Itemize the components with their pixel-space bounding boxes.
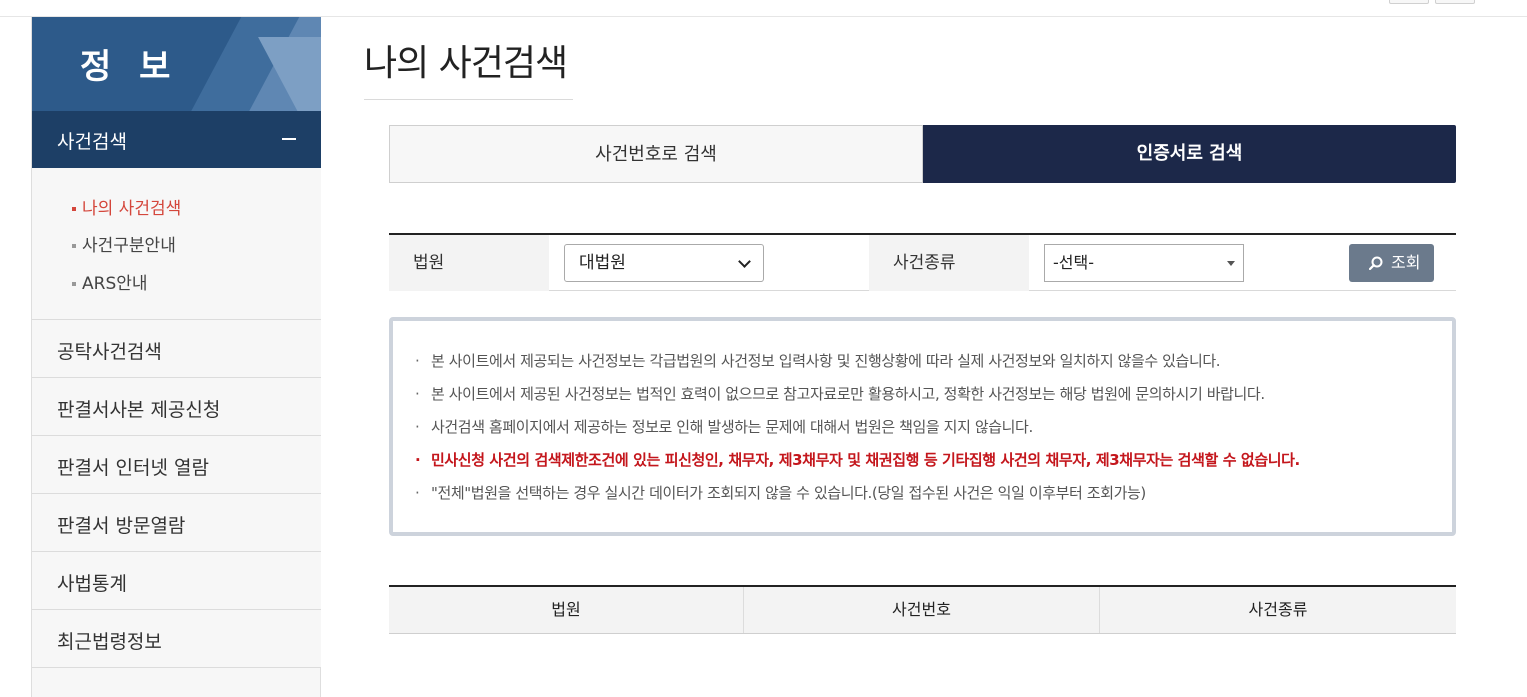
- chevron-down-icon: [738, 255, 751, 268]
- bullet-icon: ·: [415, 451, 421, 469]
- page-title: 나의 사건검색: [364, 43, 568, 84]
- notice-box: · 본 사이트에서 제공되는 사건정보는 각급법원의 사건정보 입력사항 및 진행…: [389, 317, 1456, 536]
- sidebar-item-label: 판결서 방문열람: [57, 515, 186, 537]
- notice-item: · 사건검색 홈페이지에서 제공하는 정보로 인해 발생하는 문제에 대해서 법원…: [415, 413, 1300, 446]
- sidebar-item-case-search[interactable]: 사건검색: [32, 111, 321, 168]
- column-header-court: 법원: [389, 587, 744, 633]
- results-table-header: 법원 사건번호 사건종류: [389, 585, 1456, 634]
- submenu: 나의 사건검색 사건구분안내 ARS안내: [32, 168, 321, 320]
- notice-item: · 본 사이트에서 제공되는 사건정보는 각급법원의 사건정보 입력사항 및 진행…: [415, 347, 1300, 380]
- search-icon: [1369, 256, 1383, 270]
- sidebar-item-label: 공탁사건검색: [57, 341, 162, 363]
- notice-text: 본 사이트에서 제공되는 사건정보는 각급법원의 사건정보 입력사항 및 진행상…: [431, 352, 1221, 370]
- sidebar-item-judgment-internet[interactable]: 판결서 인터넷 열람: [32, 436, 321, 494]
- sidebar-item-label: 사건검색: [57, 131, 127, 153]
- search-form: 법원 대법원 사건종류 -선택- 조회: [389, 233, 1456, 291]
- column-header-case-number: 사건번호: [744, 587, 1100, 633]
- sidebar-item-recent-laws[interactable]: 최근법령정보: [32, 610, 321, 668]
- submenu-item-label: 사건구분안내: [82, 236, 176, 256]
- search-button-label: 조회: [1391, 253, 1421, 272]
- case-type-select[interactable]: -선택-: [1044, 244, 1244, 282]
- bullet-icon: ·: [415, 484, 420, 502]
- bullet-icon: [72, 282, 76, 286]
- submenu-item-ars[interactable]: ARS안내: [72, 269, 148, 294]
- sidebar: 정 보 사건검색 나의 사건검색 사건구분안내 ARS안내 공탁사건검색 판결서…: [31, 17, 321, 697]
- sidebar-header: 정 보: [32, 17, 321, 111]
- bullet-icon: ·: [415, 418, 420, 436]
- notice-text: "전체"법원을 선택하는 경우 실시간 데이터가 조회되지 않을 수 있습니다.…: [431, 484, 1146, 502]
- court-select-value: 대법원: [579, 253, 626, 273]
- bullet-icon: [72, 244, 76, 248]
- column-header-case-type: 사건종류: [1248, 600, 1308, 619]
- sidebar-item-label: 최근법령정보: [57, 631, 162, 653]
- bullet-icon: ·: [415, 352, 420, 370]
- sidebar-item-label: 판결서 인터넷 열람: [57, 457, 209, 479]
- sidebar-item-judicial-stats[interactable]: 사법통계: [32, 552, 321, 610]
- case-type-label: 사건종류: [869, 235, 1029, 291]
- collapse-icon: [282, 138, 296, 140]
- top-button-1[interactable]: [1389, 0, 1429, 4]
- notice-text: 본 사이트에서 제공된 사건정보는 법적인 효력이 없으므로 참고자료로만 활용…: [431, 385, 1265, 403]
- submenu-item-case-guide[interactable]: 사건구분안내: [72, 231, 176, 256]
- submenu-item-label: 나의 사건검색: [82, 199, 182, 219]
- sidebar-item-judgment-visit[interactable]: 판결서 방문열람: [32, 494, 321, 552]
- notice-text: 사건검색 홈페이지에서 제공하는 정보로 인해 발생하는 문제에 대해서 법원은…: [431, 418, 1033, 436]
- notice-item-warning: · 민사신청 사건의 검색제한조건에 있는 피신청인, 채무자, 제3채무자 및 …: [415, 446, 1300, 479]
- tab-case-number-search[interactable]: 사건번호로 검색: [389, 125, 923, 183]
- notice-item: · "전체"법원을 선택하는 경우 실시간 데이터가 조회되지 않을 수 있습니다…: [415, 479, 1300, 512]
- top-button-2[interactable]: [1435, 0, 1475, 4]
- submenu-item-my-case-search[interactable]: 나의 사건검색: [72, 194, 181, 219]
- sidebar-item-judgment-copy[interactable]: 판결서사본 제공신청: [32, 378, 321, 436]
- sidebar-item-label: 사법통계: [57, 573, 127, 595]
- tab-certificate-search[interactable]: 인증서로 검색: [923, 125, 1456, 183]
- bullet-icon: ·: [415, 385, 420, 403]
- notice-text: 민사신청 사건의 검색제한조건에 있는 피신청인, 채무자, 제3채무자 및 채…: [431, 451, 1300, 469]
- dropdown-arrow-icon: [1227, 261, 1235, 266]
- title-underline: [364, 99, 573, 100]
- sidebar-item-deposit-search[interactable]: 공탁사건검색: [32, 320, 321, 378]
- sidebar-item-label: 판결서사본 제공신청: [57, 399, 221, 421]
- search-button[interactable]: 조회: [1349, 244, 1434, 282]
- sidebar-title: 정 보: [80, 47, 179, 87]
- court-select[interactable]: 대법원: [564, 244, 764, 282]
- bullet-icon: [72, 207, 76, 211]
- notice-item: · 본 사이트에서 제공된 사건정보는 법적인 효력이 없으므로 참고자료로만 활…: [415, 380, 1300, 413]
- case-type-select-value: -선택-: [1053, 253, 1094, 272]
- submenu-item-label: ARS안내: [82, 274, 148, 294]
- court-label: 법원: [389, 235, 549, 291]
